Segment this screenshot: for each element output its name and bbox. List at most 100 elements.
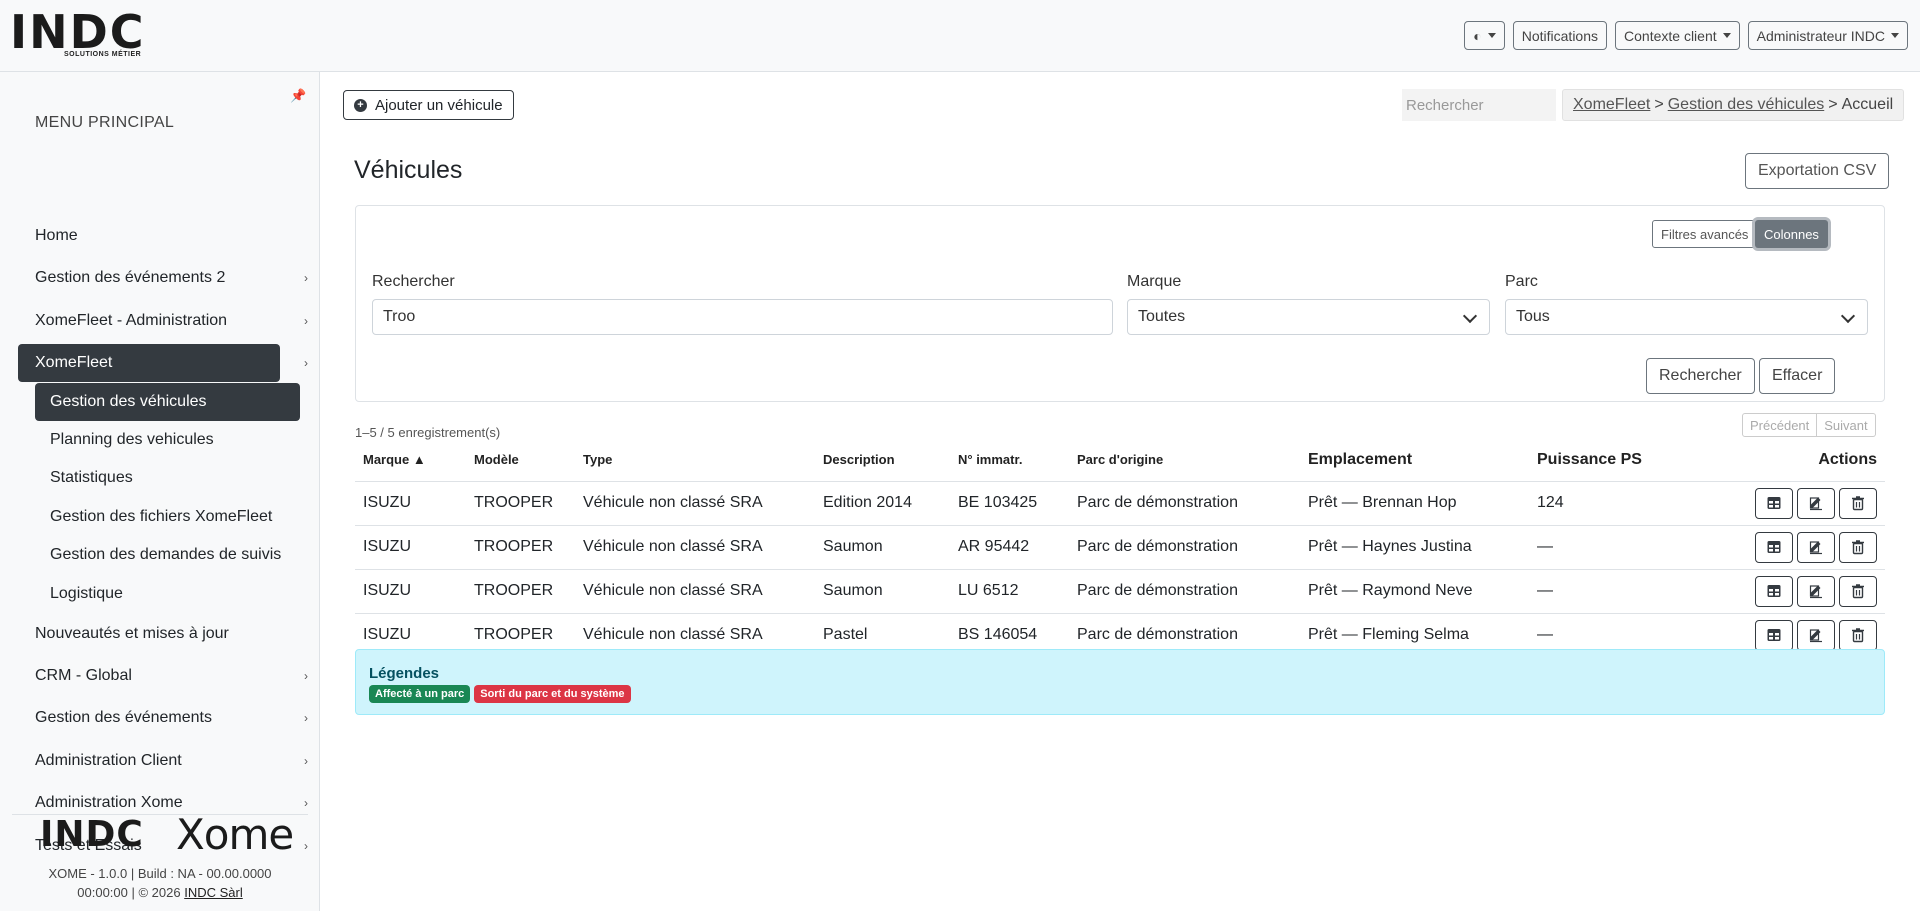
indc-logo[interactable]: INDC SOLUTIONS MÉTIER — [10, 8, 190, 62]
table-cell: Parc de démonstration — [1069, 569, 1300, 614]
next-page-button[interactable]: Suivant — [1817, 413, 1876, 437]
chevron-right-icon: › — [304, 796, 308, 810]
delete-button[interactable] — [1839, 487, 1877, 519]
table-cell: Véhicule non classé SRA — [575, 481, 815, 526]
table-cell: Edition 2014 — [815, 481, 950, 526]
col-header-emplacement[interactable]: Emplacement — [1300, 439, 1529, 482]
previous-page-button[interactable]: Précédent — [1742, 413, 1818, 437]
table-row: ISUZU TROOPER Véhicule non classé SRA Saumo… — [355, 569, 1885, 614]
breadcrumb: XomeFleet > Gestion des véhicules > Accu… — [1562, 89, 1905, 121]
edit-button[interactable] — [1797, 619, 1835, 651]
col-header-immatriculation[interactable]: N° immatr. — [950, 439, 1069, 482]
table-cell: Prêt — Haynes Justina — [1300, 525, 1529, 570]
company-link[interactable]: INDC Sàrl — [184, 885, 243, 900]
edit-button[interactable] — [1797, 487, 1835, 519]
clear-button[interactable]: Effacer — [1759, 358, 1836, 394]
table-cell: 124 — [1529, 481, 1699, 526]
view-details-button[interactable] — [1755, 487, 1793, 519]
col-header-marque[interactable]: Marque ▲ — [355, 439, 466, 482]
brand-label: Marque — [1127, 273, 1182, 290]
table-icon — [1766, 539, 1782, 555]
trash-icon — [1850, 495, 1866, 511]
delete-button[interactable] — [1839, 619, 1877, 651]
trash-icon — [1850, 539, 1866, 555]
sidebar-item-administration-xome[interactable]: Administration Xome › — [18, 784, 308, 822]
filter-panel: Filtres avancés Colonnes Rechercher Troo… — [355, 205, 1885, 402]
table-cell: — — [1529, 525, 1699, 570]
csv-export-button[interactable]: Exportation CSV — [1745, 153, 1890, 189]
logo-text: INDC — [10, 5, 146, 59]
sidebar-item-home[interactable]: Home — [18, 217, 280, 255]
chevron-right-icon: › — [304, 839, 308, 853]
search-button[interactable]: Rechercher — [1646, 358, 1755, 394]
badge-sorti-parc: Sorti du parc et du système — [474, 685, 631, 703]
admin-user-dropdown[interactable]: Administrateur INDC — [1747, 21, 1908, 50]
client-context-dropdown[interactable]: Contexte client — [1615, 21, 1740, 50]
view-details-button[interactable] — [1755, 531, 1793, 563]
table-cell: Parc de démonstration — [1069, 525, 1300, 570]
table-cell: Prêt — Raymond Neve — [1300, 569, 1529, 614]
edit-icon — [1808, 495, 1824, 511]
col-header-type[interactable]: Type — [575, 439, 815, 482]
view-details-button[interactable] — [1755, 619, 1793, 651]
edit-icon — [1808, 627, 1824, 643]
col-header-parc-origine[interactable]: Parc d'origine — [1069, 439, 1300, 482]
pin-icon[interactable]: 📌 — [290, 88, 306, 104]
sidebar-subitem-demandes-suivis[interactable]: Gestion des demandes de suivis — [35, 536, 300, 574]
global-search-input[interactable]: Rechercher — [1402, 89, 1556, 121]
chevron-right-icon: › — [304, 754, 308, 768]
record-count: 1–5 / 5 enregistrement(s) — [355, 425, 501, 440]
trash-icon — [1850, 627, 1866, 643]
breadcrumb-xomefleet[interactable]: XomeFleet — [1573, 96, 1650, 114]
sidebar-item-tests-essais[interactable]: Tests et Essais › — [18, 827, 308, 865]
add-vehicle-button[interactable]: + Ajouter un véhicule — [343, 90, 514, 120]
brand-select[interactable]: Toutes — [1127, 299, 1490, 335]
sidebar-subitem-fichiers-xomefleet[interactable]: Gestion des fichiers XomeFleet — [35, 498, 300, 536]
park-label: Parc — [1505, 273, 1538, 290]
notifications-button[interactable]: Notifications — [1512, 21, 1608, 50]
col-header-puissance[interactable]: Puissance PS — [1529, 439, 1699, 482]
advanced-filters-button[interactable]: Filtres avancés — [1652, 220, 1758, 248]
row-actions — [1699, 481, 1885, 526]
trash-icon — [1850, 583, 1866, 599]
edit-button[interactable] — [1797, 575, 1835, 607]
sidebar-subitem-gestion-vehicules[interactable]: Gestion des véhicules — [35, 383, 300, 421]
theme-toggle-button[interactable]: ◐ — [1464, 21, 1505, 50]
edit-icon — [1808, 583, 1824, 599]
delete-button[interactable] — [1839, 531, 1877, 563]
col-header-actions: Actions — [1699, 439, 1885, 482]
sidebar-item-crm-global[interactable]: CRM - Global › — [18, 657, 308, 695]
delete-button[interactable] — [1839, 575, 1877, 607]
sidebar-item-nouveautes[interactable]: Nouveautés et mises à jour — [18, 615, 280, 653]
col-header-description[interactable]: Description — [815, 439, 950, 482]
table-header-row: Marque ▲ Modèle Type Description N° imma… — [355, 439, 1885, 482]
sidebar-item-xomefleet-admin[interactable]: XomeFleet - Administration › — [18, 302, 308, 340]
page-title: Véhicules — [354, 156, 463, 184]
table-cell: Parc de démonstration — [1069, 481, 1300, 526]
breadcrumb-gestion-vehicules[interactable]: Gestion des véhicules — [1668, 96, 1825, 114]
view-details-button[interactable] — [1755, 575, 1793, 607]
columns-button[interactable]: Colonnes — [1755, 220, 1828, 248]
sidebar-item-gestion-evenements[interactable]: Gestion des événements › — [18, 699, 308, 737]
top-header: INDC SOLUTIONS MÉTIER ◐ Notifications Co… — [0, 0, 1920, 72]
table-icon — [1766, 495, 1782, 511]
table-row: ISUZU TROOPER Véhicule non classé SRA Editi… — [355, 481, 1885, 526]
col-header-modele[interactable]: Modèle — [466, 439, 575, 482]
sidebar-subitem-planning-vehicules[interactable]: Planning des vehicules — [35, 421, 300, 459]
sidebar-subitem-logistique[interactable]: Logistique — [35, 575, 300, 613]
sidebar-item-xomefleet[interactable]: XomeFleet › — [18, 344, 308, 382]
park-select[interactable]: Tous — [1505, 299, 1868, 335]
table-cell: — — [1529, 569, 1699, 614]
caret-down-icon — [1722, 33, 1731, 38]
breadcrumb-accueil: Accueil — [1841, 96, 1894, 113]
table-cell: AR 95442 — [950, 525, 1069, 570]
sidebar-subitem-statistiques[interactable]: Statistiques — [35, 459, 300, 497]
sidebar-item-administration-client[interactable]: Administration Client › — [18, 742, 308, 780]
table-row: ISUZU TROOPER Véhicule non classé SRA Saumo… — [355, 525, 1885, 570]
table-cell: BE 103425 — [950, 481, 1069, 526]
edit-button[interactable] — [1797, 531, 1835, 563]
plus-circle-icon: + — [354, 98, 367, 112]
search-input[interactable]: Troo — [372, 299, 1113, 335]
chevron-down-icon — [1462, 308, 1478, 324]
sidebar-item-gestion-evenements-2[interactable]: Gestion des événements 2 › — [18, 259, 308, 297]
